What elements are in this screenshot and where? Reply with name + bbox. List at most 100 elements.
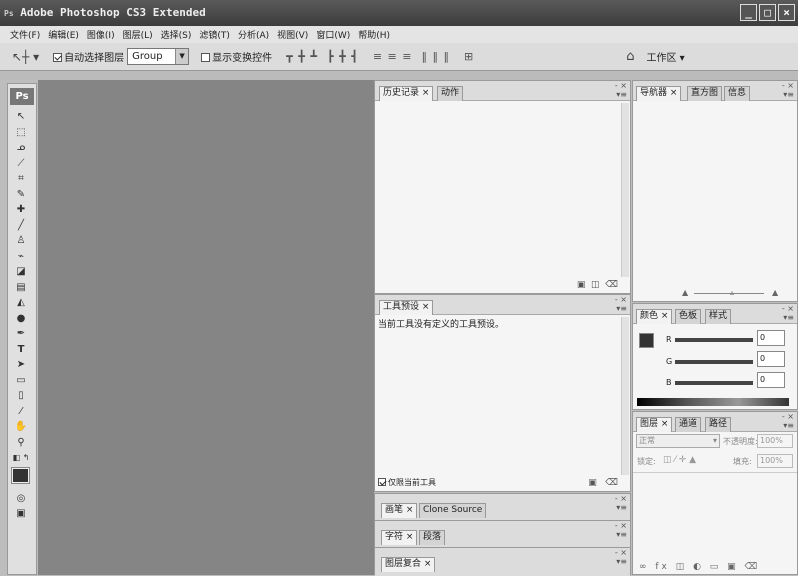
magic-wand-tool-icon[interactable]: ⟋: [8, 156, 34, 172]
show-transform-checkbox[interactable]: 显示变换控件: [201, 49, 272, 64]
dodge-tool-icon[interactable]: ●: [8, 311, 34, 327]
tool-presets-footer-buttons-icon[interactable]: ▣ ⌫: [588, 478, 618, 488]
zoom-tool-icon[interactable]: ⚲: [8, 435, 34, 451]
color-ramp[interactable]: [637, 398, 789, 406]
menu-analysis[interactable]: 分析(A): [238, 28, 269, 41]
opacity-input[interactable]: 100%: [757, 434, 793, 448]
crop-tool-icon[interactable]: ⌗: [8, 171, 34, 187]
lasso-tool-icon[interactable]: ᓄ: [8, 140, 34, 156]
marquee-tool-icon[interactable]: ⬚: [8, 125, 34, 141]
clone-stamp-tool-icon[interactable]: ♙: [8, 233, 34, 249]
foreground-color-swatch[interactable]: [639, 333, 654, 348]
chevron-down-icon: ▾: [712, 436, 717, 445]
gradient-tool-icon[interactable]: ▤: [8, 280, 34, 296]
screen-mode-icon[interactable]: ▣: [8, 506, 34, 522]
quick-mask-icon[interactable]: ◎: [8, 491, 34, 507]
pen-tool-icon[interactable]: ✒: [8, 326, 34, 342]
tab-history[interactable]: 历史记录 ×: [379, 86, 434, 101]
healing-brush-tool-icon[interactable]: ✚: [8, 202, 34, 218]
tab-color[interactable]: 颜色 ×: [636, 309, 673, 324]
panel-menu-icon[interactable]: - × ▾≡: [615, 494, 627, 512]
tab-layers[interactable]: 图层 ×: [636, 417, 673, 432]
history-scrollbar[interactable]: [621, 103, 629, 277]
bridge-icon[interactable]: ⌂: [626, 49, 634, 64]
zoom-out-icon[interactable]: ▲: [682, 288, 688, 297]
menu-file[interactable]: 文件(F): [10, 28, 40, 41]
menu-edit[interactable]: 编辑(E): [48, 28, 79, 41]
menu-window[interactable]: 窗口(W): [316, 28, 350, 41]
color-panel-header: 颜色 × 色板 样式 - × ▾≡: [633, 304, 797, 324]
fill-input[interactable]: 100%: [757, 454, 793, 468]
current-tool-only-checkbox[interactable]: 仅限当前工具: [378, 477, 436, 488]
tab-info[interactable]: 信息: [724, 86, 751, 101]
green-slider[interactable]: G: [666, 357, 756, 366]
path-selection-tool-icon[interactable]: ➤: [8, 357, 34, 373]
type-tool-icon[interactable]: T: [8, 342, 34, 358]
align-buttons-icon[interactable]: ┳ ╋ ┻ ┣ ╋ ┫: [286, 50, 359, 63]
slice-tool-icon[interactable]: ✎: [8, 187, 34, 203]
tab-brushes[interactable]: 画笔 ×: [381, 503, 418, 518]
menu-help[interactable]: 帮助(H): [358, 28, 390, 41]
panel-menu-icon[interactable]: - × ▾≡: [782, 412, 794, 430]
auto-select-checkbox[interactable]: 自动选择图层: [53, 49, 124, 64]
panel-menu-icon[interactable]: - × ▾≡: [615, 81, 627, 99]
tab-layer-comps[interactable]: 图层复合 ×: [381, 557, 436, 572]
blend-mode-select[interactable]: 正常 ▾: [636, 434, 720, 448]
menu-image[interactable]: 图像(I): [87, 28, 115, 41]
tab-actions[interactable]: 动作: [437, 86, 464, 101]
minimize-button[interactable]: _: [740, 4, 757, 21]
tab-tool-presets[interactable]: 工具预设 ×: [379, 300, 434, 315]
menu-filter[interactable]: 滤镜(T): [199, 28, 230, 41]
history-footer-buttons-icon[interactable]: ▣ ◫ ⌫: [577, 280, 618, 290]
tab-character[interactable]: 字符 ×: [381, 530, 418, 545]
swap-colors-icon[interactable]: ◧ ↰: [8, 450, 34, 466]
blur-tool-icon[interactable]: ◭: [8, 295, 34, 311]
zoom-in-icon[interactable]: ▲: [772, 288, 778, 297]
tool-presets-scrollbar[interactable]: [621, 317, 629, 475]
zoom-slider-thumb[interactable]: ▵: [730, 288, 734, 297]
auto-select-target-select[interactable]: Group ▼: [127, 48, 190, 65]
lock-icons[interactable]: ◫ ⁄ ✛ ▲: [663, 455, 696, 465]
red-slider-track: [674, 337, 753, 342]
tab-swatches[interactable]: 色板: [675, 309, 702, 324]
red-value-input[interactable]: 0: [757, 330, 785, 346]
workspace-button[interactable]: 工作区 ▾: [646, 49, 684, 64]
hand-tool-icon[interactable]: ✋: [8, 419, 34, 435]
brush-tool-icon[interactable]: ╱: [8, 218, 34, 234]
panel-menu-icon[interactable]: - × ▾≡: [615, 548, 627, 566]
menu-view[interactable]: 视图(V): [277, 28, 308, 41]
document-canvas-area[interactable]: [38, 80, 374, 575]
maximize-button[interactable]: □: [759, 4, 776, 21]
menu-layer[interactable]: 图层(L): [123, 28, 153, 41]
panel-menu-icon[interactable]: - × ▾≡: [782, 81, 794, 99]
panel-menu-icon[interactable]: - × ▾≡: [782, 304, 794, 322]
tab-histogram[interactable]: 直方图: [687, 86, 723, 101]
foreground-color-swatch[interactable]: [11, 466, 30, 484]
auto-align-icon[interactable]: ⊞: [464, 50, 474, 63]
tab-paragraph[interactable]: 段落: [419, 530, 446, 545]
eraser-tool-icon[interactable]: ◪: [8, 264, 34, 280]
notes-tool-icon[interactable]: ▯: [8, 388, 34, 404]
shape-tool-icon[interactable]: ▭: [8, 373, 34, 389]
menu-select[interactable]: 选择(S): [161, 28, 192, 41]
panel-menu-icon[interactable]: - × ▾≡: [615, 295, 627, 313]
distribute-buttons-icon[interactable]: ≡ ≡ ≡ ‖ ‖ ‖: [373, 50, 450, 63]
tab-navigator[interactable]: 导航器 ×: [636, 86, 682, 101]
move-tool-icon[interactable]: ↖: [8, 109, 34, 125]
blue-slider[interactable]: B: [666, 378, 756, 387]
tool-presets-panel-header: 工具预设 × - × ▾≡: [375, 295, 630, 315]
move-tool-preset-icon[interactable]: ↖┼ ▾: [12, 50, 39, 64]
close-button[interactable]: ×: [778, 4, 795, 21]
tab-clone-source[interactable]: Clone Source: [419, 503, 487, 518]
tab-channels[interactable]: 通道: [675, 417, 702, 432]
zoom-slider[interactable]: ▲ ▵ ▲: [637, 288, 792, 298]
panel-menu-icon[interactable]: - × ▾≡: [615, 521, 627, 539]
red-slider[interactable]: R: [666, 335, 756, 344]
tab-styles[interactable]: 样式: [705, 309, 732, 324]
eyedropper-tool-icon[interactable]: ⁄: [8, 404, 34, 420]
green-value-input[interactable]: 0: [757, 351, 785, 367]
tab-paths[interactable]: 路径: [705, 417, 732, 432]
history-brush-tool-icon[interactable]: ⌁: [8, 249, 34, 265]
layers-footer-buttons-icon[interactable]: ∞ fx ◫ ◐ ▭ ▣ ⌫: [639, 562, 760, 572]
blue-value-input[interactable]: 0: [757, 372, 785, 388]
